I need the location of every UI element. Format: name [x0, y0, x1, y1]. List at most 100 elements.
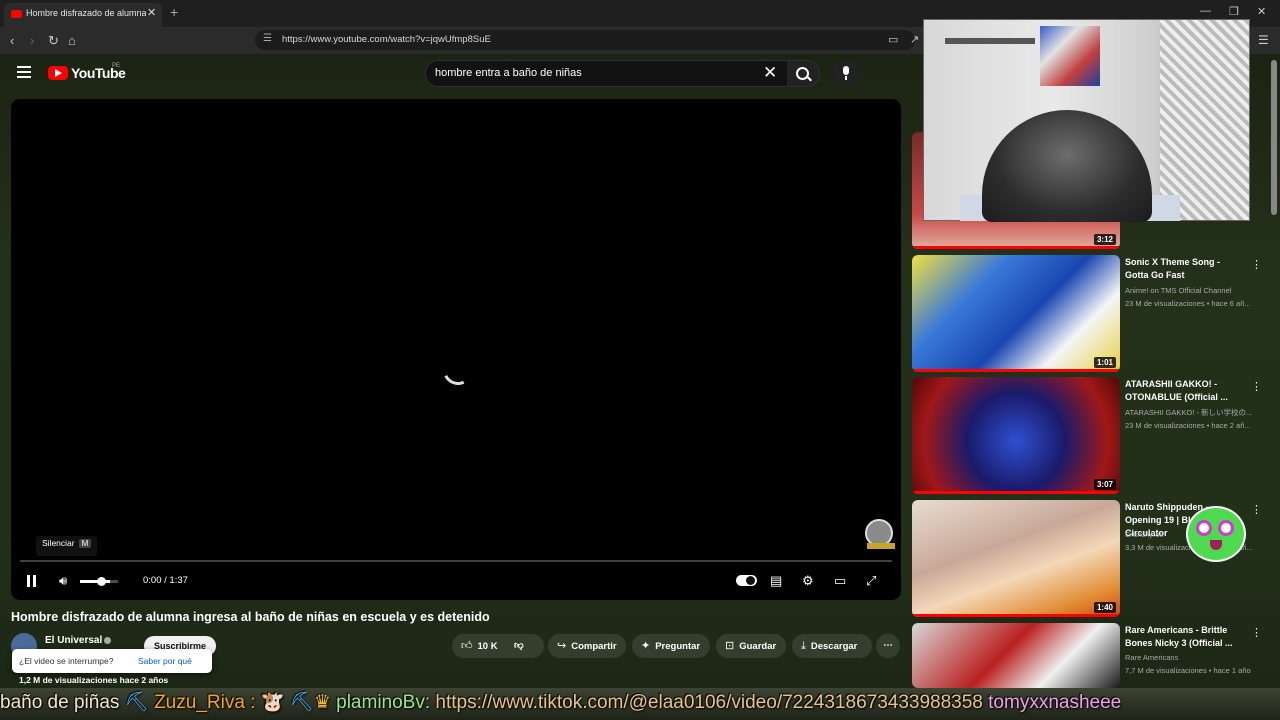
video-duration: 1:40	[1093, 602, 1116, 613]
tab-close-icon[interactable]: ✕	[147, 6, 156, 19]
pickaxe-icon: ⛏	[124, 692, 149, 713]
recommended-channel[interactable]: Crunchyroll	[1125, 530, 1163, 539]
recommended-thumbnail[interactable]	[912, 623, 1120, 688]
view-count-date: 1,2 M de visualizaciones hace 2 años	[19, 675, 169, 685]
wall-rack	[945, 38, 1035, 44]
more-vertical-icon[interactable]: ⋮	[1251, 380, 1262, 393]
more-actions-button[interactable]: ⋯	[876, 634, 900, 658]
page-scrollbar[interactable]	[1271, 60, 1277, 215]
more-vertical-icon[interactable]: ⋮	[1251, 258, 1262, 271]
like-dislike-group: 👍︎ 10 K 👎︎	[452, 634, 544, 658]
more-horizontal-icon: ⋯	[883, 640, 893, 651]
volume-slider-handle[interactable]	[97, 577, 106, 586]
microphone-icon	[843, 66, 849, 75]
address-bar[interactable]: ☰ https://www.youtube.com/watch?v=jqwUfm…	[255, 30, 915, 50]
crown-icon: ♛	[313, 692, 331, 713]
share-page-icon[interactable]: ↗	[910, 33, 919, 46]
restore-icon[interactable]: ❐	[1229, 5, 1239, 18]
ticker-username: plaminoBv:	[336, 692, 431, 713]
share-icon: ↪	[557, 640, 567, 652]
recommended-title[interactable]: ATARASHII GAKKO! - OTONABLUE (Official .…	[1125, 378, 1245, 404]
url-text: https://www.youtube.com/watch?v=jqwUfmp8…	[282, 34, 491, 45]
playback-issue-popup: ¿El video se interrumpe? Saber por qué	[12, 649, 212, 673]
minimize-icon[interactable]: —	[1200, 5, 1211, 17]
recommended-channel[interactable]: ATARASHII GAKKO! - 新しい学校の...	[1125, 407, 1252, 418]
video-title: Hombre disfrazado de alumna ingresa al b…	[11, 610, 490, 624]
window-close-icon[interactable]: ✕	[1257, 5, 1266, 18]
new-tab-button[interactable]: +	[170, 4, 178, 20]
site-info-icon[interactable]: ☰	[263, 33, 272, 44]
back-icon[interactable]: ‹	[10, 33, 14, 48]
recommended-channel[interactable]: Anime! on TMS Official Channel	[1125, 286, 1231, 295]
download-label: Descargar	[810, 641, 858, 652]
like-button[interactable]: 👍︎ 10 K	[452, 640, 498, 652]
recommended-thumbnail[interactable]: 3:07	[912, 377, 1120, 494]
ticker-username: tomyxxnasheee	[988, 692, 1122, 713]
recommended-meta: 7,7 M de visualizaciones • hace 1 año	[1125, 666, 1251, 675]
video-player[interactable]	[11, 99, 901, 600]
fullscreen-icon[interactable]: ⤢	[866, 573, 876, 589]
home-icon[interactable]: ⌂	[68, 33, 76, 48]
reload-icon[interactable]: ↻	[48, 33, 59, 49]
progress-bar[interactable]	[20, 560, 892, 562]
popup-learn-why-link[interactable]: Saber por qué	[138, 656, 192, 666]
recommended-meta: 23 M de visualizaciones • hace 2 añ...	[1125, 421, 1251, 430]
search-button[interactable]	[787, 60, 820, 87]
sparkle-icon: ✦	[641, 640, 651, 652]
mute-tooltip: Silenciar M	[36, 536, 98, 556]
youtube-logo-icon[interactable]	[48, 66, 68, 80]
recommended-thumbnail[interactable]: 1:01	[912, 255, 1120, 372]
more-vertical-icon[interactable]: ⋮	[1251, 626, 1262, 639]
autoplay-toggle[interactable]	[736, 575, 757, 586]
popup-question: ¿El video se interrumpe?	[19, 656, 114, 666]
thumbs-down-icon[interactable]: 👎︎	[514, 634, 524, 658]
wall-collage	[1160, 20, 1249, 220]
pickaxe-icon: ⛏	[289, 692, 314, 713]
thumbs-up-icon: 👍︎	[461, 640, 473, 652]
ask-button[interactable]: ✦ Preguntar	[632, 634, 710, 658]
browser-tab[interactable]: Hombre disfrazado de alumna ir ✕	[4, 3, 162, 27]
subtitles-icon[interactable]: ▤	[770, 573, 782, 589]
recommended-channel[interactable]: Rare Americans	[1125, 653, 1178, 662]
like-count: 10 K	[477, 641, 498, 652]
browser-menu-icon[interactable]: ☰	[1258, 33, 1269, 47]
ask-label: Preguntar	[655, 641, 701, 652]
reader-icon[interactable]: ▭	[888, 33, 898, 46]
video-duration: 3:07	[1093, 479, 1116, 490]
share-button[interactable]: ↪ Compartir	[548, 634, 626, 658]
download-icon: ⤓	[801, 640, 806, 652]
search-query-text: hombre entra a baño de niñas	[435, 67, 582, 79]
ticker-message: https://www.tiktok.com/@elaa0106/video/7…	[435, 692, 983, 713]
time-display: 0:00 / 1:37	[143, 575, 188, 586]
hamburger-menu-icon[interactable]	[17, 66, 31, 81]
volume-slider-track[interactable]	[110, 580, 118, 583]
volume-icon[interactable]: 🔊︎	[59, 573, 67, 589]
bookmark-icon: ⊡	[725, 640, 735, 652]
ticker-message: baño de piñas	[0, 692, 120, 713]
share-label: Compartir	[571, 641, 617, 652]
save-label: Guardar	[739, 641, 777, 652]
clear-search-icon[interactable]: ✕	[763, 63, 777, 83]
recommended-meta: 23 M de visualizaciones • hace 6 añ...	[1125, 299, 1251, 308]
recommended-title[interactable]: Rare Americans - Brittle Bones Nicky 3 (…	[1125, 624, 1245, 650]
youtube-favicon-icon	[11, 10, 22, 18]
more-vertical-icon[interactable]: ⋮	[1251, 503, 1262, 516]
voice-search-button[interactable]	[832, 60, 860, 85]
recommended-title[interactable]: Sonic X Theme Song - Gotta Go Fast	[1125, 256, 1245, 282]
country-code: PE	[112, 63, 121, 69]
wall-poster	[1040, 26, 1100, 86]
tooltip-shortcut-key: M	[78, 539, 92, 548]
channel-name[interactable]: El Universal	[45, 635, 102, 646]
green-blob-sticker	[1186, 506, 1246, 562]
download-button[interactable]: ⤓ Descargar	[792, 634, 872, 658]
settings-gear-icon[interactable]: ⚙	[802, 573, 814, 589]
search-input[interactable]: hombre entra a baño de niñas ✕	[425, 60, 789, 87]
recommended-thumbnail[interactable]: 1:40	[912, 500, 1120, 617]
ticker-username: Zuzu_Riva :	[154, 692, 256, 713]
pause-button[interactable]	[27, 575, 37, 587]
theater-mode-icon[interactable]: ▭	[834, 573, 846, 589]
forward-icon[interactable]: ›	[30, 33, 34, 48]
verified-icon	[104, 637, 111, 644]
save-button[interactable]: ⊡ Guardar	[716, 634, 786, 658]
channel-watermark[interactable]	[865, 519, 895, 549]
